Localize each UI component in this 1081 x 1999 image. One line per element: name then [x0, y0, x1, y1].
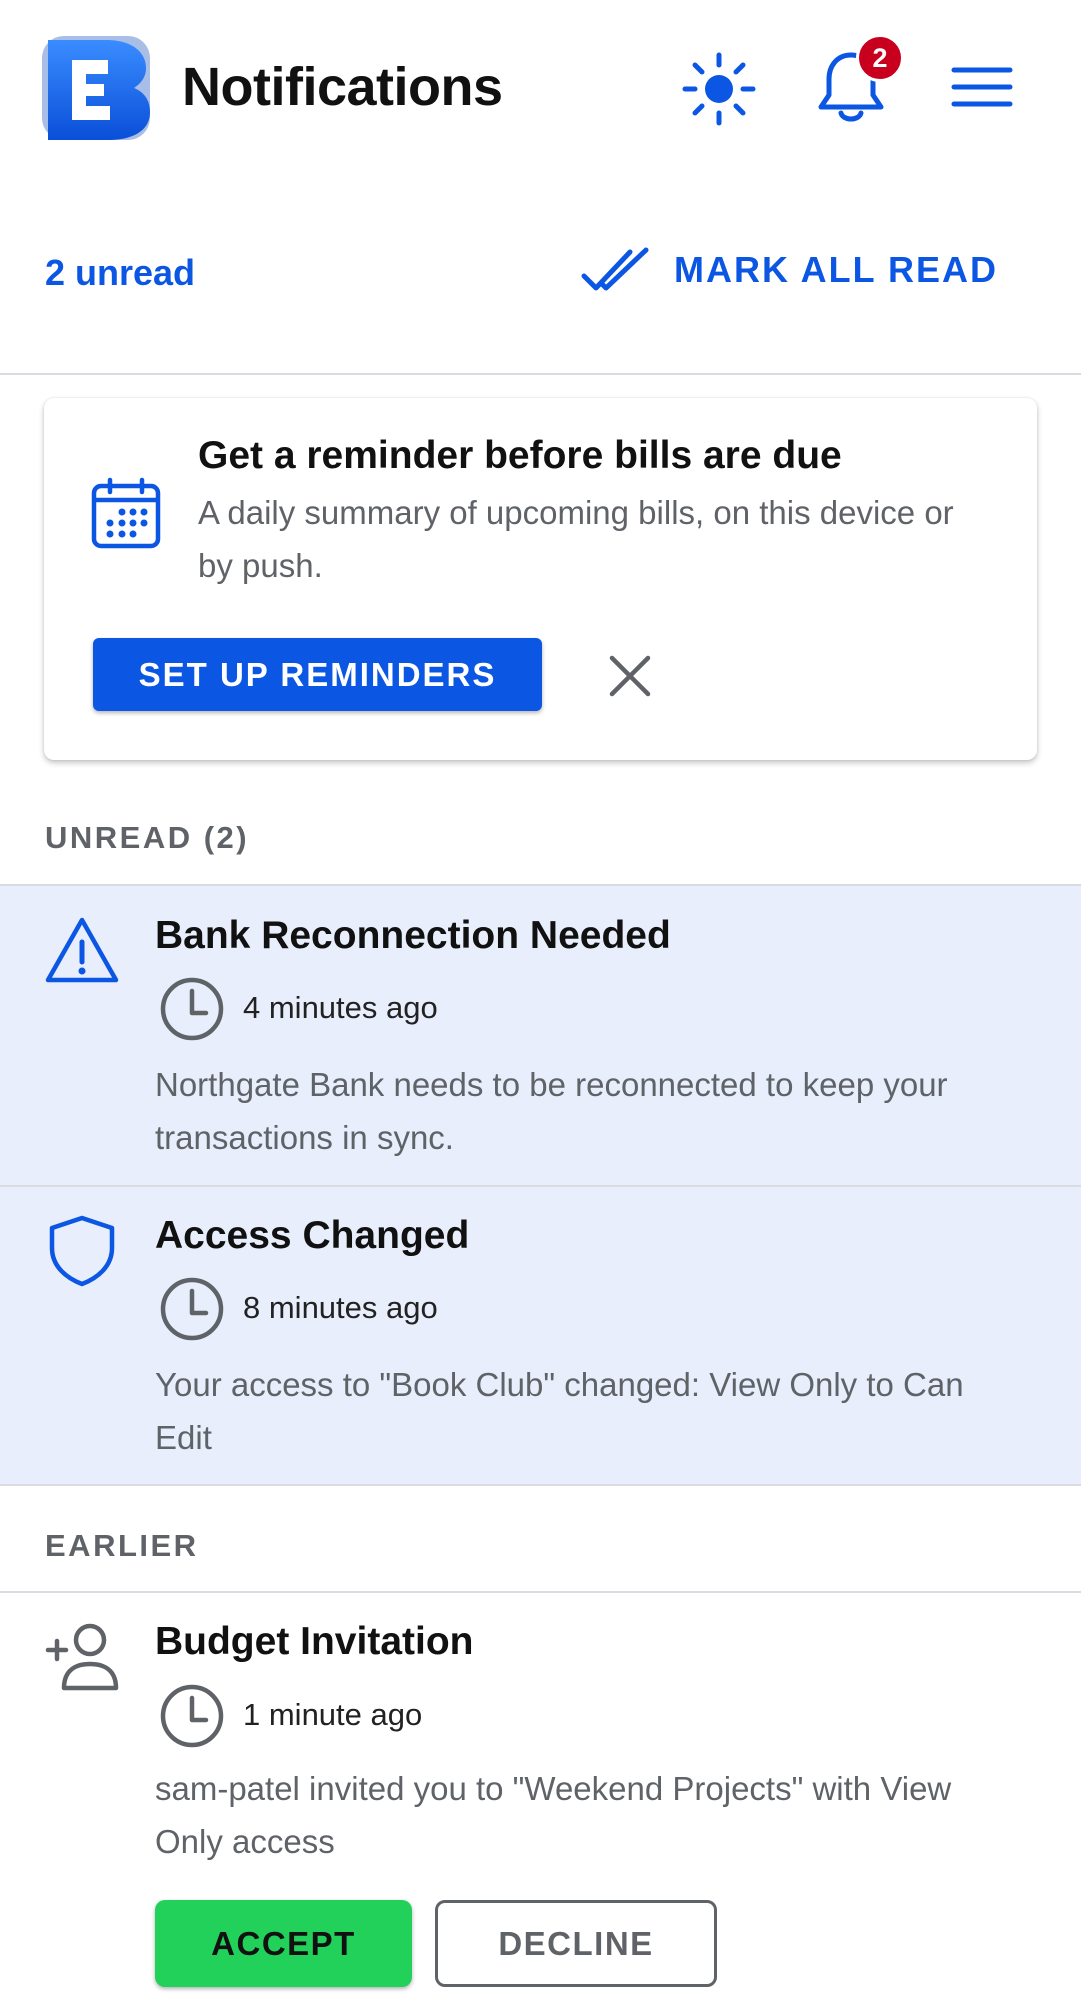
- warning-icon: [44, 912, 120, 988]
- add-person-icon: [44, 1618, 120, 1694]
- decline-invitation-button[interactable]: DECLINE: [435, 1900, 717, 1987]
- reminder-card-subtitle: A daily summary of upcoming bills, on th…: [198, 494, 954, 584]
- accept-invitation-button[interactable]: ACCEPT: [155, 1900, 412, 1987]
- app-logo[interactable]: [38, 32, 156, 144]
- notification-time: 4 minutes ago: [243, 990, 438, 1025]
- notification-title: Access Changed: [155, 1214, 470, 1257]
- notification-time: 8 minutes ago: [243, 1290, 438, 1325]
- notification-body: Northgate Bank needs to be reconnected t…: [155, 1066, 948, 1156]
- divider: [0, 1484, 1081, 1486]
- notification-body: Your access to "Book Club" changed: View…: [155, 1366, 964, 1456]
- reminder-card-title: Get a reminder before bills are due: [198, 434, 842, 477]
- divider: [0, 1591, 1081, 1593]
- divider: [0, 373, 1081, 375]
- calendar-icon: [88, 476, 164, 552]
- notification-title: Bank Reconnection Needed: [155, 914, 671, 957]
- clock-icon: [158, 1682, 226, 1750]
- mark-all-read-label: MARK ALL READ: [674, 249, 998, 290]
- double-check-icon: [581, 247, 649, 291]
- notification-title: Budget Invitation: [155, 1620, 474, 1663]
- page-title: Notifications: [182, 57, 503, 117]
- shield-icon: [44, 1212, 120, 1288]
- close-icon: [609, 655, 651, 697]
- set-up-reminders-button[interactable]: SET UP REMINDERS: [93, 638, 542, 711]
- notification-time: 1 minute ago: [243, 1697, 423, 1732]
- section-header-unread: UNREAD (2): [45, 820, 250, 855]
- notification-count-badge: 2: [856, 34, 904, 82]
- theme-toggle-button[interactable]: [678, 48, 760, 130]
- clock-icon: [158, 1275, 226, 1343]
- section-header-earlier: EARLIER: [45, 1528, 199, 1563]
- dismiss-reminder-button[interactable]: [600, 650, 660, 702]
- mark-all-read-button[interactable]: MARK ALL READ: [580, 238, 998, 302]
- unread-count: 2 unread: [45, 252, 196, 293]
- sun-icon: [682, 52, 756, 126]
- menu-icon: [951, 67, 1013, 107]
- clock-icon: [158, 975, 226, 1043]
- menu-button[interactable]: [948, 58, 1016, 116]
- notification-body: sam-patel invited you to "Weekend Projec…: [155, 1770, 952, 1860]
